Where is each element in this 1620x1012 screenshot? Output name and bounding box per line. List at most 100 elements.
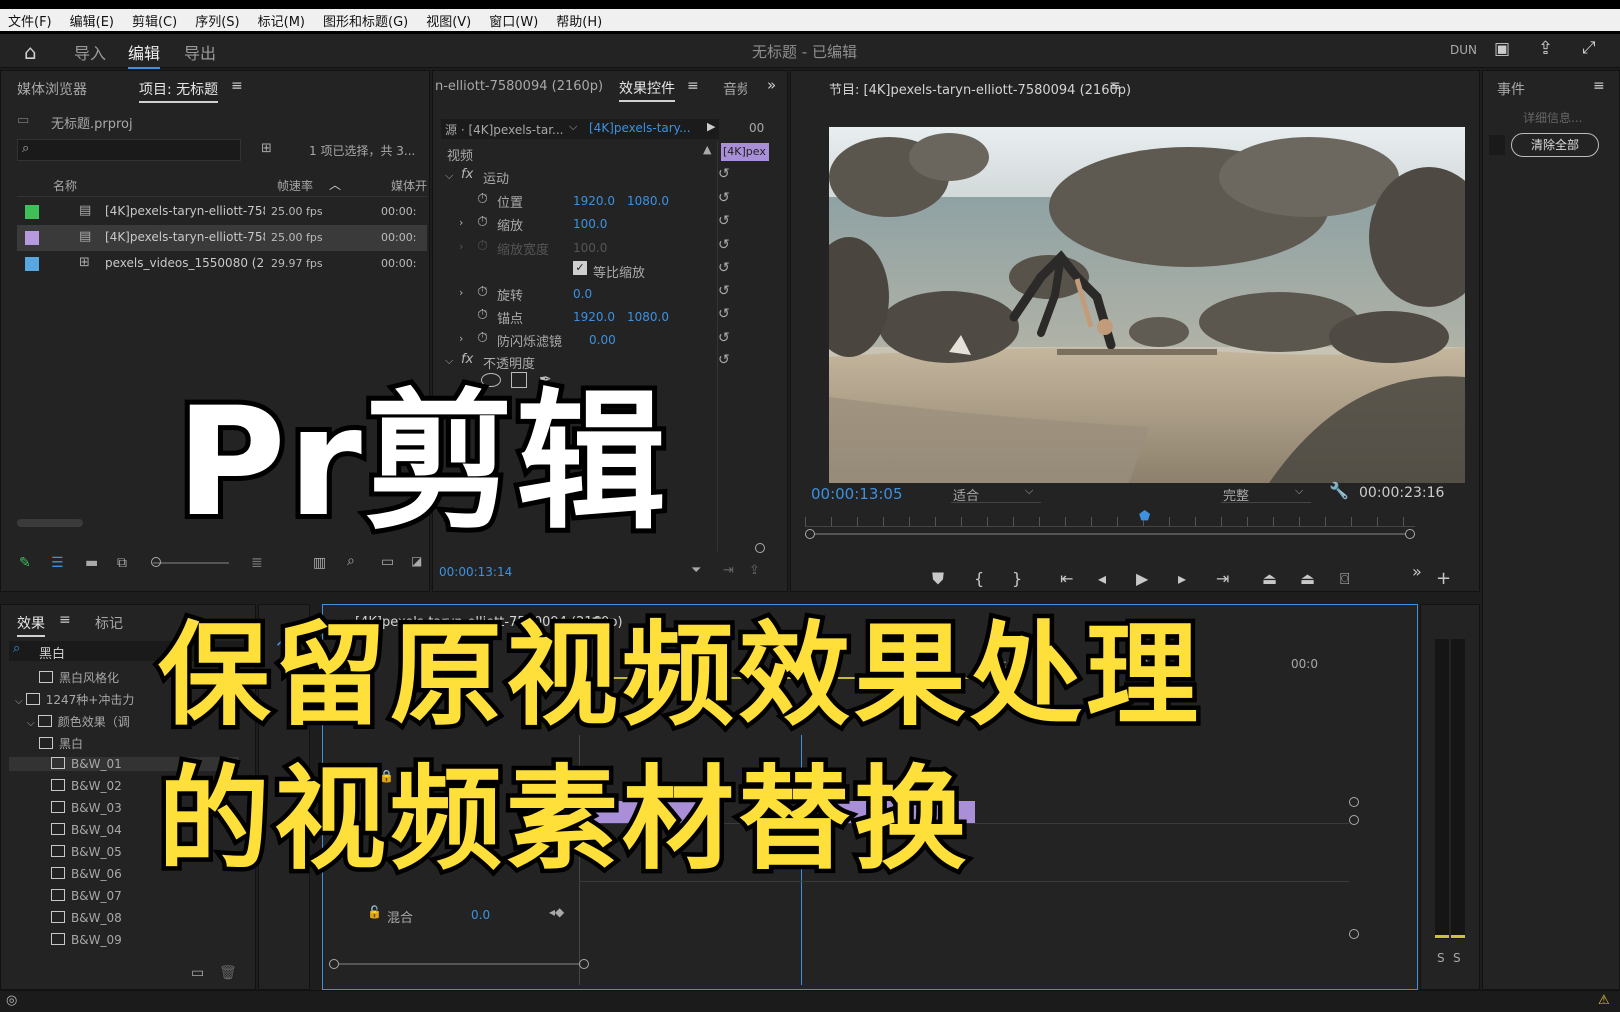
go-to-in-icon[interactable]: ⇤ [1060,569,1073,588]
go-to-out-icon[interactable]: ⇥ [1216,569,1229,588]
horizontal-scrollbar[interactable] [17,519,83,527]
col-fps[interactable]: 帧速率 [277,177,313,194]
effects-tree-item[interactable]: B&W_07 [51,889,122,903]
play-icon[interactable]: ▶ [707,120,715,133]
program-monitor-title[interactable]: 节目: [4K]pexels-taryn-elliott-7580094 (21… [829,79,1131,98]
user-label[interactable]: DUN [1450,43,1477,57]
stopwatch-icon[interactable]: ⏱ [477,214,488,230]
effects-tree-item[interactable]: ⌵ 1247种+冲击力 [15,691,134,708]
reset-parameter-icon[interactable]: ↺ [718,190,730,206]
solo-left-button[interactable]: S [1437,951,1445,965]
new-item-icon[interactable]: ◪ [411,554,422,568]
project-item-row[interactable]: ▤ [4K]pexels-taryn-elliott-758 25.00 fps 00… [17,225,427,251]
stopwatch-icon[interactable]: ⏱ [477,307,488,323]
mark-in-icon[interactable]: { [974,569,984,588]
tab-export[interactable]: 导出 [184,40,216,64]
panel-menu-icon[interactable]: ≡ [1593,78,1605,94]
menu-item-8[interactable]: 帮助(H) [556,11,602,30]
export-frame-icon[interactable]: ⌼ [1340,569,1350,589]
warning-icon[interactable]: ⚠ [1598,993,1610,1008]
filter-icon[interactable]: ⏷ [691,563,701,578]
panel-menu-icon[interactable]: ≡ [1109,78,1121,94]
fx-icon[interactable]: fx [461,167,473,182]
label-color-swatch[interactable] [25,231,39,245]
anchor-y-value[interactable]: 1080.0 [627,310,669,324]
list-view-icon[interactable]: ☰ [51,555,64,571]
lock-icon[interactable]: 🔓 [367,905,382,919]
playhead-icon[interactable]: ⬟ [1139,509,1150,524]
collapse-icon[interactable]: ▲ [703,143,711,156]
tab-media-browser[interactable]: 媒体浏览器 [17,79,87,99]
zoom-handle-right[interactable] [1405,529,1415,539]
effects-tree-item[interactable]: B&W_04 [51,823,122,837]
mark-out-icon[interactable]: } [1012,569,1022,588]
vertical-zoom-handle[interactable] [1349,929,1359,939]
delete-icon[interactable]: 🗑 [219,965,237,981]
wrench-icon[interactable]: 🔧 [1329,481,1349,500]
anchor-x-value[interactable]: 1920.0 [573,310,615,324]
scroll-handle[interactable] [755,543,765,553]
keyframe-nav-icon[interactable]: ◂◆ [549,905,564,919]
expand-icon[interactable]: › [459,332,463,345]
effects-tree-item[interactable]: 黑白 [39,735,83,752]
write-icon[interactable]: ✎ [19,555,31,571]
step-forward-icon[interactable]: ▸ [1178,569,1186,588]
project-item-row[interactable]: ⊞ pexels_videos_1550080 (21 29.97 fps 00:00… [17,251,427,277]
automate-icon[interactable]: ▥ [313,555,326,571]
chevron-down-icon[interactable]: ⌵ [569,120,577,134]
zoom-scrollbar[interactable] [815,533,1405,535]
panel-menu-icon[interactable]: ≡ [231,78,243,94]
workspace-icon[interactable]: ▣ [1494,39,1510,59]
effects-tree-item[interactable]: 黑白风格化 [39,669,119,686]
tab-import[interactable]: 导入 [74,40,106,64]
current-timecode[interactable]: 00:00:13:05 [811,485,903,503]
effects-tree-item[interactable]: B&W_03 [51,801,122,815]
effects-tree-item[interactable]: B&W_02 [51,779,122,793]
vertical-zoom-handle[interactable] [1349,815,1359,825]
project-item-row[interactable]: ▤ [4K]pexels-taryn-elliott-758 25.00 fps 00… [17,199,427,225]
new-bin-button[interactable]: ▭ [381,554,394,570]
reset-parameter-icon[interactable]: ↺ [718,166,730,182]
tab-audio[interactable]: 音频 [723,79,747,99]
tab-effects[interactable]: 效果 [17,613,45,637]
col-name[interactable]: 名称 [53,177,77,194]
vertical-zoom-handle[interactable] [1349,797,1359,807]
menu-item-7[interactable]: 窗口(W) [489,11,538,30]
label-color-swatch[interactable] [25,205,39,219]
expand-icon[interactable]: ⌵ [445,354,453,368]
freeform-view-icon[interactable]: ⧉ [117,555,127,571]
play-button-icon[interactable]: ▶ [1136,569,1148,588]
new-bin-icon[interactable]: ▭ [191,965,204,981]
timeline-zoom-scrollbar[interactable] [339,963,579,965]
scale-value[interactable]: 100.0 [573,217,607,231]
menu-item-1[interactable]: 编辑(E) [70,11,114,30]
effects-tree-item[interactable]: ⌵ 颜色效果（调 [27,713,130,730]
cloud-sync-icon[interactable]: ◎ [6,993,17,1008]
extract-icon[interactable]: ⏏ [1300,569,1315,588]
effects-tree-item[interactable]: B&W_06 [51,867,122,881]
chevron-down-icon[interactable]: ⌵ [27,718,38,729]
solo-right-button[interactable]: S [1453,951,1461,965]
panel-menu-icon[interactable]: ≡ [687,78,699,94]
zoom-slider-handle[interactable] [151,557,161,567]
lift-icon[interactable]: ⏏ [1262,569,1277,588]
sort-icon[interactable]: ︿ [329,176,341,193]
menu-item-5[interactable]: 图形和标题(G) [323,11,408,30]
add-marker-icon[interactable]: ⛊ [932,569,944,589]
menu-item-2[interactable]: 剪辑(C) [132,11,177,30]
program-video-frame[interactable] [829,127,1465,483]
stopwatch-icon[interactable]: ⏱ [477,330,488,346]
home-icon[interactable]: ⌂ [24,40,37,64]
reset-parameter-icon[interactable]: ↺ [718,283,730,299]
menu-item-3[interactable]: 序列(S) [195,11,239,30]
stopwatch-icon[interactable]: ⏱ [477,284,488,300]
icon-view-icon[interactable]: ▬ [85,555,98,571]
share-icon[interactable]: ⇪ [749,563,760,578]
new-bin-icon[interactable]: ⊞ [261,141,272,156]
effects-tree-item[interactable]: B&W_08 [51,911,122,925]
expand-icon[interactable]: ⌵ [445,169,453,183]
fullscreen-icon[interactable]: ⤢ [1582,38,1596,58]
tab-markers[interactable]: 标记 [95,613,123,633]
export-icon[interactable]: ⇥ [723,563,734,578]
share-icon[interactable]: ⇪ [1538,38,1553,59]
